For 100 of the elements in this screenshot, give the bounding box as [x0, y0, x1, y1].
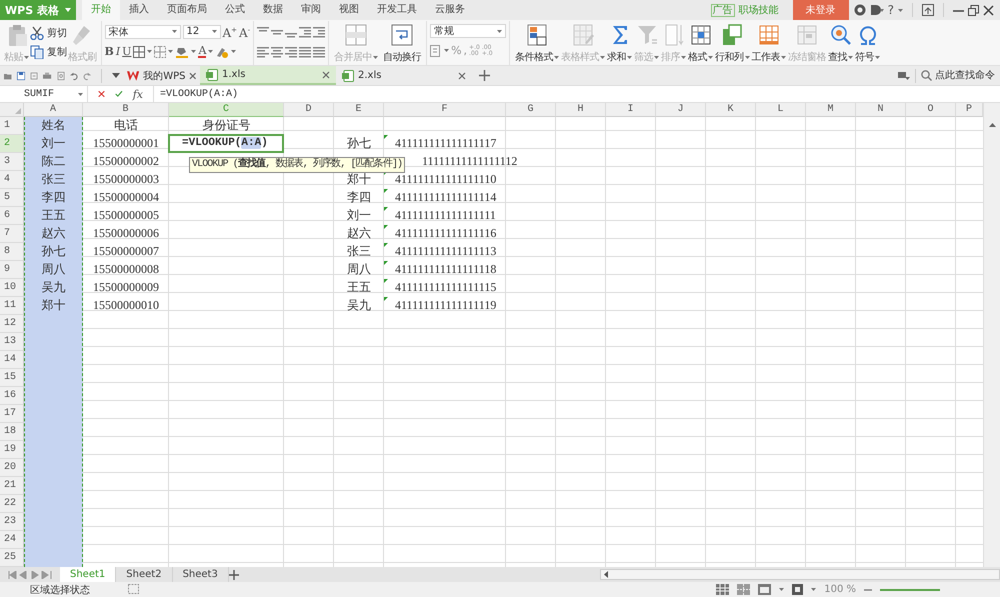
column-header[interactable]: N [856, 103, 906, 117]
caret-icon[interactable] [779, 588, 784, 591]
reading-mode-icon[interactable] [792, 584, 804, 595]
row-header[interactable]: 13 [0, 333, 24, 351]
row-header[interactable]: 20 [0, 459, 24, 477]
row-header[interactable]: 11 [0, 297, 24, 315]
column-header[interactable]: B [83, 103, 169, 117]
column-header[interactable]: H [556, 103, 606, 117]
row-header[interactable]: 3 [0, 153, 24, 171]
redo-icon[interactable] [82, 70, 91, 82]
scroll-left-icon[interactable] [604, 571, 608, 578]
sheet-tab[interactable]: Sheet1 [60, 567, 116, 582]
wrap-text-button[interactable]: 自动换行 [382, 23, 422, 64]
cut-button[interactable]: 剪切 [30, 26, 67, 40]
close-icon[interactable] [189, 72, 197, 80]
login-button[interactable]: 未登录 [792, 0, 849, 20]
row-header[interactable]: 12 [0, 315, 24, 333]
sheet-nav-icon[interactable] [8, 570, 52, 578]
skin-icon[interactable] [854, 4, 866, 16]
format-button[interactable]: 格式 [687, 23, 714, 64]
command-search-field[interactable]: 点此查找命令 [921, 70, 1000, 81]
add-tab-icon[interactable] [479, 70, 490, 81]
document-tab[interactable]: 我的WPS [124, 66, 200, 85]
font-color-button[interactable]: A [198, 45, 206, 58]
row-header[interactable]: 22 [0, 495, 24, 513]
horizontal-scrollbar[interactable] [600, 569, 1000, 580]
menu-tab[interactable]: 视图 [330, 0, 368, 20]
row-header[interactable]: 10 [0, 279, 24, 297]
column-header[interactable]: G [506, 103, 556, 117]
align-left-icon[interactable] [257, 46, 270, 58]
row-header[interactable]: 1 [0, 117, 24, 135]
cell-editor[interactable]: =VLOOKUP(A:A) [168, 134, 284, 153]
row-header[interactable]: 5 [0, 189, 24, 207]
menu-tab[interactable]: 页面布局 [158, 0, 216, 20]
caret-icon[interactable] [208, 50, 214, 53]
name-box[interactable]: SUMIF [0, 86, 88, 102]
indent-decrease-icon[interactable] [299, 26, 312, 38]
shrink-font-button[interactable]: A$^{-}$ [239, 24, 250, 39]
row-header[interactable]: 8 [0, 243, 24, 261]
menu-tab[interactable]: 插入 [120, 0, 158, 20]
menu-tab[interactable]: 公式 [216, 0, 254, 20]
column-header[interactable]: E [334, 103, 384, 117]
currency-icon[interactable] [430, 44, 442, 56]
row-header[interactable]: 25 [0, 549, 24, 567]
close-icon[interactable] [983, 4, 994, 16]
close-icon[interactable] [458, 72, 466, 80]
row-header[interactable]: 4 [0, 171, 24, 189]
menu-tab[interactable]: 云服务 [426, 0, 474, 20]
justify-icon[interactable] [299, 46, 312, 58]
bold-button[interactable]: B [104, 46, 114, 58]
confirm-icon[interactable] [115, 89, 123, 99]
row-header[interactable]: 18 [0, 423, 24, 441]
column-header[interactable]: F [384, 103, 506, 117]
caret-icon[interactable] [147, 50, 152, 53]
caret-icon[interactable] [168, 50, 174, 53]
row-header[interactable]: 7 [0, 225, 24, 243]
underline-button[interactable]: U [122, 46, 132, 58]
caret-icon[interactable] [444, 49, 450, 52]
copy-button[interactable]: 复制 [30, 45, 67, 59]
grow-font-button[interactable]: A$^{+}$ [222, 24, 238, 39]
document-tab[interactable]: 1.xls [200, 66, 336, 85]
font-size-field[interactable]: 12 [182, 24, 220, 38]
preview-icon[interactable] [56, 70, 65, 82]
row-header[interactable]: 21 [0, 477, 24, 495]
caret-icon[interactable] [811, 588, 816, 591]
row-header[interactable]: 24 [0, 531, 24, 549]
borders-icon[interactable] [133, 46, 146, 58]
align-center-icon[interactable] [271, 46, 284, 58]
find-button[interactable]: 查找 [827, 23, 854, 64]
rows-columns-button[interactable]: 行和列 [714, 23, 751, 64]
column-header[interactable]: J [656, 103, 706, 117]
clear-format-icon[interactable] [215, 46, 230, 58]
sum-button[interactable]: 求和 [606, 23, 634, 64]
column-header[interactable]: I [606, 103, 656, 117]
symbol-button[interactable]: 符号 [854, 23, 882, 64]
formula-field[interactable]: =VLOOKUP(A:A) [154, 88, 238, 100]
caret-icon[interactable] [898, 8, 903, 12]
close-icon[interactable] [322, 70, 330, 78]
save-icon[interactable] [17, 70, 26, 82]
column-header[interactable]: K [706, 103, 756, 117]
menu-tab[interactable]: 开发工具 [368, 0, 426, 20]
column-header[interactable]: D [284, 103, 334, 117]
caret-icon[interactable] [231, 50, 236, 53]
italic-button[interactable]: I [116, 46, 120, 58]
restore-icon[interactable] [968, 4, 979, 16]
menu-tab[interactable]: 审阅 [292, 0, 330, 20]
selection-icon[interactable] [128, 584, 140, 595]
cell-style-icon[interactable] [154, 46, 166, 58]
page-layout-view-icon[interactable] [758, 584, 772, 595]
document-icon[interactable] [870, 4, 884, 16]
page-break-view-icon[interactable] [737, 584, 750, 595]
vertical-scrollbar[interactable] [983, 103, 1000, 567]
normal-view-icon[interactable] [716, 584, 730, 595]
row-header[interactable]: 19 [0, 441, 24, 459]
cancel-icon[interactable] [98, 89, 106, 99]
scroll-up-icon[interactable] [988, 123, 996, 127]
pin-icon[interactable] [922, 4, 934, 16]
print-icon[interactable] [43, 70, 52, 82]
column-header[interactable]: M [806, 103, 856, 117]
column-header[interactable]: O [906, 103, 956, 117]
